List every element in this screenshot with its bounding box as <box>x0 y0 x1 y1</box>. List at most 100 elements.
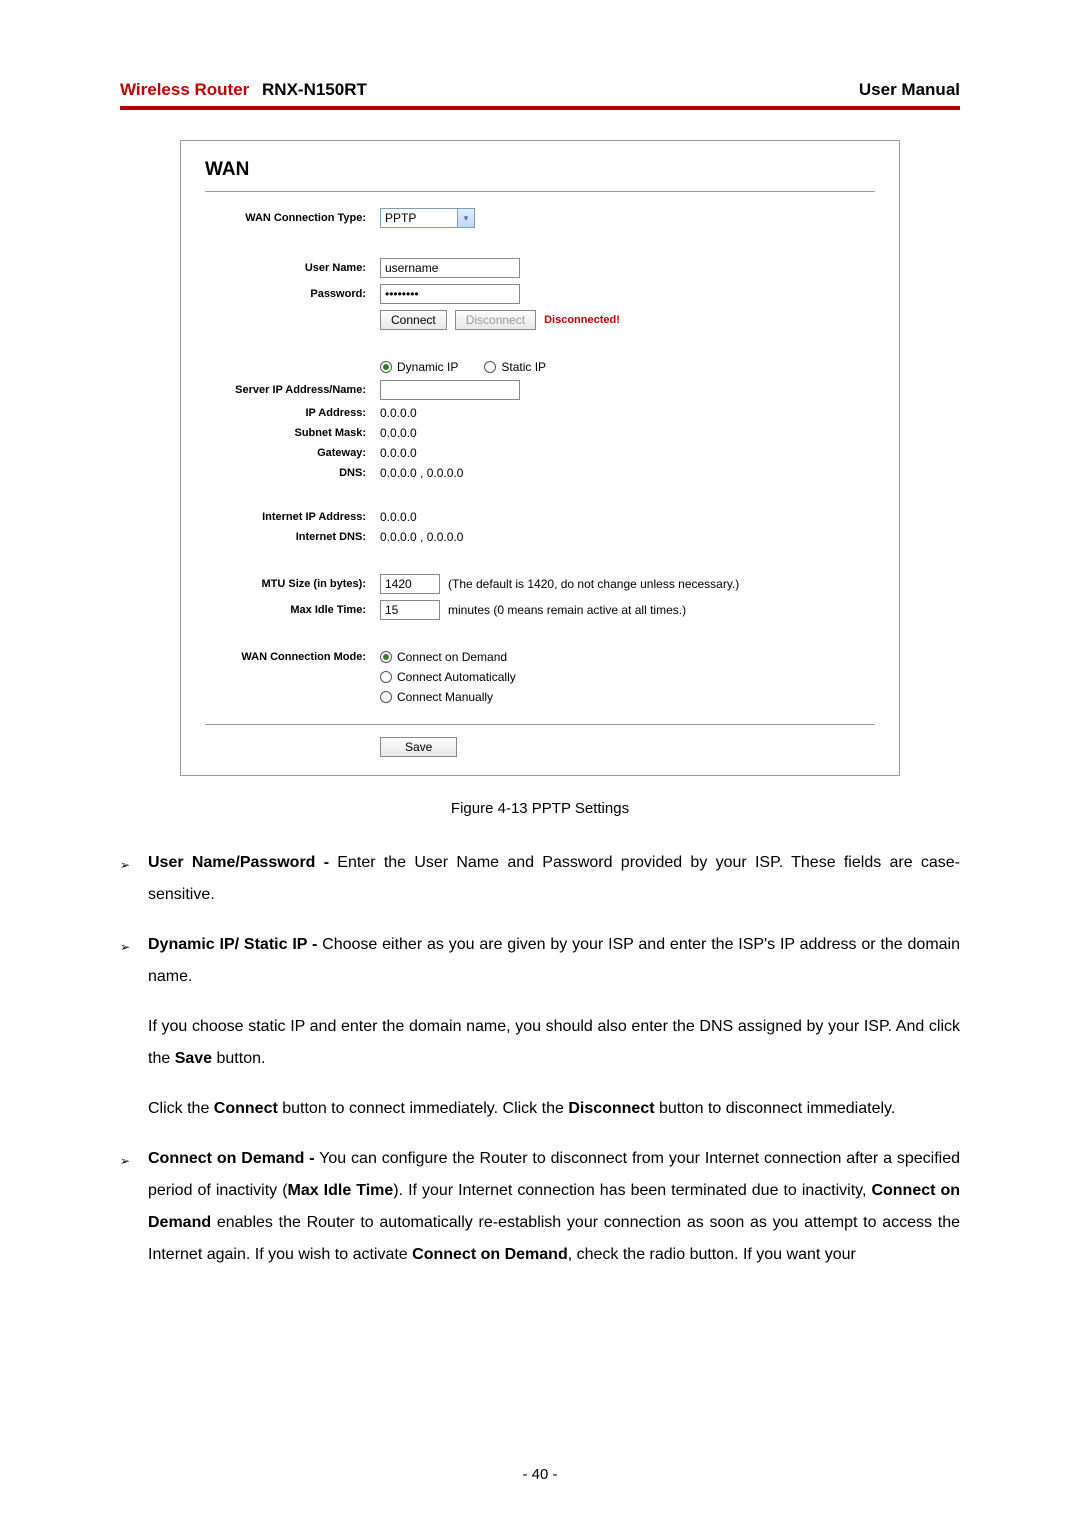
subnet-value: 0.0.0.0 <box>380 426 417 440</box>
internet-dns-value: 0.0.0.0 , 0.0.0.0 <box>380 530 463 544</box>
row-conn-type: WAN Connection Type: PPTP ▾ <box>205 208 875 228</box>
row-internet-ip: Internet IP Address: 0.0.0.0 <box>205 510 875 524</box>
router-label: Wireless Router <box>120 80 249 99</box>
p2-e: button to disconnect immediately. <box>655 1100 896 1117</box>
row-dns: DNS: 0.0.0.0 , 0.0.0.0 <box>205 466 875 480</box>
maxidle-label: Max Idle Time: <box>205 604 380 616</box>
p2-d: Disconnect <box>568 1100 654 1117</box>
bullet-username-password: ➢ User Name/Password - Enter the User Na… <box>120 847 960 911</box>
server-ip-label: Server IP Address/Name: <box>205 384 380 396</box>
radio-icon <box>380 691 392 703</box>
subnet-label: Subnet Mask: <box>205 427 380 439</box>
row-server-ip: Server IP Address/Name: <box>205 380 875 400</box>
chevron-down-icon: ▾ <box>457 209 474 227</box>
connect-manual-label: Connect Manually <box>397 690 493 704</box>
row-conn-mode-auto: Connect Automatically <box>205 670 875 684</box>
wan-conn-type-label: WAN Connection Type: <box>205 212 380 224</box>
bullet-icon: ➢ <box>120 847 148 911</box>
p2-a: Click the <box>148 1100 214 1117</box>
b2-bold: Dynamic IP/ Static IP - <box>148 936 317 953</box>
page-header: Wireless Router RNX-N150RT User Manual <box>120 80 960 106</box>
wan-conn-type-select[interactable]: PPTP ▾ <box>380 208 475 228</box>
bullet-connect-demand: ➢ Connect on Demand - You can configure … <box>120 1143 960 1271</box>
radio-icon <box>484 361 496 373</box>
conn-mode-label: WAN Connection Mode: <box>205 651 380 663</box>
header-divider <box>120 106 960 110</box>
row-mtu: MTU Size (in bytes): (The default is 142… <box>205 574 875 594</box>
connect-button[interactable]: Connect <box>380 310 447 330</box>
bullet-icon: ➢ <box>120 1143 148 1271</box>
row-internet-dns: Internet DNS: 0.0.0.0 , 0.0.0.0 <box>205 530 875 544</box>
p1-c: button. <box>212 1050 265 1067</box>
p2-b: Connect <box>214 1100 278 1117</box>
internet-ip-label: Internet IP Address: <box>205 511 380 523</box>
ip-address-value: 0.0.0.0 <box>380 406 417 420</box>
radio-icon <box>380 671 392 683</box>
row-gateway: Gateway: 0.0.0.0 <box>205 446 875 460</box>
b3-f: Connect on Demand <box>412 1246 568 1263</box>
figure-caption: Figure 4-13 PPTP Settings <box>120 800 960 817</box>
row-maxidle: Max Idle Time: minutes (0 means remain a… <box>205 600 875 620</box>
connect-auto-label: Connect Automatically <box>397 670 516 684</box>
model-number: RNX-N150RT <box>262 80 367 99</box>
b1-bold: User Name/Password - <box>148 854 329 871</box>
b3-bold: Connect on Demand - <box>148 1150 315 1167</box>
radio-icon <box>380 361 392 373</box>
connect-demand-label: Connect on Demand <box>397 650 507 664</box>
save-button[interactable]: Save <box>380 737 457 757</box>
radio-connect-demand[interactable]: Connect on Demand <box>380 650 507 664</box>
dns-label: DNS: <box>205 467 380 479</box>
p1-a: If you choose static IP and enter the do… <box>148 1018 960 1067</box>
mtu-label: MTU Size (in bytes): <box>205 578 380 590</box>
dns-value: 0.0.0.0 , 0.0.0.0 <box>380 466 463 480</box>
mtu-hint: (The default is 1420, do not change unle… <box>448 577 739 591</box>
maxidle-hint: minutes (0 means remain active at all ti… <box>448 603 686 617</box>
row-username: User Name: <box>205 258 875 278</box>
internet-dns-label: Internet DNS: <box>205 531 380 543</box>
wan-panel: WAN WAN Connection Type: PPTP ▾ User Nam… <box>180 140 900 776</box>
row-conn-mode: WAN Connection Mode: Connect on Demand <box>205 650 875 664</box>
para-static-dns: If you choose static IP and enter the do… <box>148 1011 960 1075</box>
radio-icon <box>380 651 392 663</box>
username-label: User Name: <box>205 262 380 274</box>
disconnect-button[interactable]: Disconnect <box>455 310 536 330</box>
dynamic-ip-label: Dynamic IP <box>397 360 458 374</box>
row-ip-mode: Dynamic IP Static IP <box>205 360 875 374</box>
internet-ip-value: 0.0.0.0 <box>380 510 417 524</box>
username-input[interactable] <box>380 258 520 278</box>
mtu-input[interactable] <box>380 574 440 594</box>
p2-c: button to connect immediately. Click the <box>278 1100 569 1117</box>
wan-conn-type-value: PPTP <box>381 211 457 225</box>
panel-body: WAN Connection Type: PPTP ▾ User Name: P… <box>205 191 875 725</box>
row-ip-address: IP Address: 0.0.0.0 <box>205 406 875 420</box>
b3-g: , check the radio button. If you want yo… <box>568 1246 856 1263</box>
gateway-value: 0.0.0.0 <box>380 446 417 460</box>
row-subnet: Subnet Mask: 0.0.0.0 <box>205 426 875 440</box>
header-right: User Manual <box>859 80 960 100</box>
radio-static-ip[interactable]: Static IP <box>484 360 546 374</box>
password-input[interactable] <box>380 284 520 304</box>
row-connect-buttons: Connect Disconnect Disconnected! <box>205 310 875 330</box>
p1-b: Save <box>175 1050 212 1067</box>
server-ip-input[interactable] <box>380 380 520 400</box>
radio-dynamic-ip[interactable]: Dynamic IP <box>380 360 458 374</box>
ip-address-label: IP Address: <box>205 407 380 419</box>
maxidle-input[interactable] <box>380 600 440 620</box>
static-ip-label: Static IP <box>501 360 546 374</box>
para-connect-disconnect: Click the Connect button to connect imme… <box>148 1093 960 1125</box>
connection-status: Disconnected! <box>544 314 620 326</box>
b3-c: ). If your Internet connection has been … <box>393 1182 871 1199</box>
b3-b: Max Idle Time <box>288 1182 394 1199</box>
row-password: Password: <box>205 284 875 304</box>
gateway-label: Gateway: <box>205 447 380 459</box>
bullet-dynamic-static: ➢ Dynamic IP/ Static IP - Choose either … <box>120 929 960 993</box>
page-number: - 40 - <box>0 1466 1080 1483</box>
panel-title: WAN <box>205 159 875 181</box>
radio-connect-manual[interactable]: Connect Manually <box>380 690 493 704</box>
password-label: Password: <box>205 288 380 300</box>
save-row: Save <box>205 737 875 757</box>
row-conn-mode-manual: Connect Manually <box>205 690 875 704</box>
bullet-icon: ➢ <box>120 929 148 993</box>
radio-connect-auto[interactable]: Connect Automatically <box>380 670 516 684</box>
header-left: Wireless Router RNX-N150RT <box>120 80 367 100</box>
